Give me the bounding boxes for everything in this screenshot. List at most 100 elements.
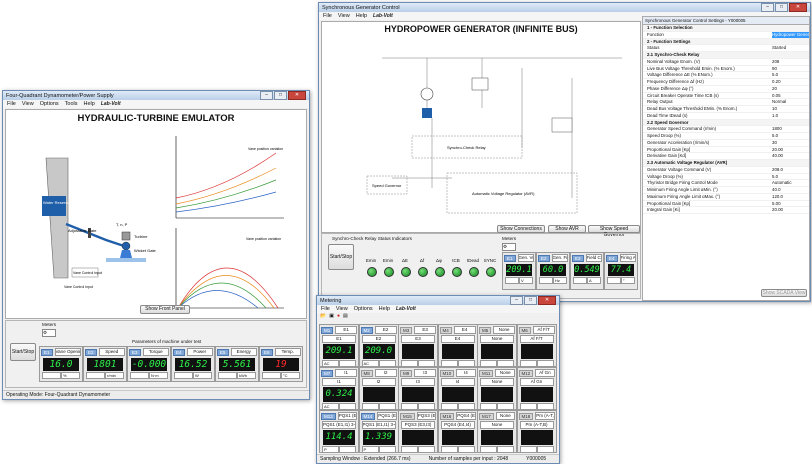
meter-input-select[interactable]: E3 — [414, 326, 436, 334]
generator-start-stop-button[interactable]: Start/Stop — [328, 244, 354, 270]
menu-tools[interactable]: Tools — [65, 101, 78, 107]
open-icon[interactable]: 📂 — [320, 313, 326, 320]
menu-file[interactable]: File — [7, 101, 16, 107]
meter-label[interactable]: Firing Angle — [619, 254, 636, 262]
meter-channel-tag[interactable]: M12 — [518, 369, 534, 377]
meter-channel-tag[interactable]: E5 — [217, 348, 229, 356]
menu-file[interactable]: File — [321, 306, 330, 312]
record-icon[interactable]: ● — [337, 313, 340, 320]
meter-channel-tag[interactable]: E4 — [173, 348, 185, 356]
meter-mode[interactable] — [401, 403, 418, 410]
menu-view[interactable]: View — [336, 306, 348, 312]
meter-channel-tag[interactable]: M7 — [321, 369, 334, 377]
setting-value[interactable]: 10 — [772, 106, 809, 112]
meter-label[interactable]: Temp. — [274, 348, 301, 356]
meter-input-select[interactable]: E4 — [453, 326, 476, 334]
meter-channel-tag[interactable]: E1 — [41, 348, 53, 356]
setting-value[interactable]: 90 — [772, 66, 809, 72]
meter-mode[interactable] — [480, 360, 497, 367]
meter-label[interactable]: Vane Openin — [54, 348, 81, 356]
meter-input-select[interactable]: Pm (A-T,B) — [535, 412, 555, 420]
setting-value[interactable]: 40.0 — [772, 187, 809, 193]
meter-channel-tag[interactable]: M4 — [439, 326, 452, 334]
setting-value[interactable]: 208.0 — [772, 167, 809, 173]
setting-value[interactable]: 0.20 — [772, 79, 809, 85]
settings-row[interactable]: Dead Bus Voltage Threshold EMin. (% Enom… — [643, 106, 809, 113]
metering-titlebar[interactable]: Metering – □ ✕ — [317, 296, 559, 305]
settings-row[interactable]: Generator Acceleration (r/min/s) 30 — [643, 140, 809, 147]
meter-channel-tag[interactable]: M13 — [321, 412, 336, 420]
menu-view[interactable]: View — [338, 13, 350, 19]
meter-input-select[interactable]: Af F/T — [532, 326, 555, 334]
setting-value[interactable]: Started — [772, 45, 809, 51]
meter-mode-select[interactable] — [174, 372, 193, 379]
minimize-icon[interactable]: – — [761, 3, 774, 12]
emulator-start-stop-button[interactable]: Start/Stop — [10, 343, 36, 361]
settings-row[interactable]: Phase Difference Δφ (°) 20 — [643, 86, 809, 93]
meter-channel-tag[interactable]: M15 — [400, 412, 415, 420]
meter-channel-tag[interactable]: E4 — [606, 254, 618, 262]
setting-value[interactable]: Automatic — [772, 180, 809, 186]
settings-row[interactable]: Integral Gain [Ki] 20.00 — [643, 207, 809, 214]
meter-channel-tag[interactable]: M16 — [439, 412, 455, 420]
meter-input-select[interactable]: I1 — [335, 369, 357, 377]
meter-channel-tag[interactable]: M17 — [479, 412, 494, 420]
meter-input-select[interactable]: PQS1 (E1,I1) — [337, 412, 357, 420]
settings-row[interactable]: Circuit Breaker Operate Time tCB (s) 0.05 — [643, 93, 809, 100]
table-icon[interactable]: ▤ — [343, 313, 348, 320]
setting-value[interactable]: 20 — [772, 86, 809, 92]
minimize-icon[interactable]: – — [510, 296, 523, 305]
menu-help[interactable]: Help — [356, 13, 367, 19]
show-speed-governor-button[interactable]: Show Speed Governor — [588, 225, 640, 238]
setting-value[interactable]: 1800 — [772, 126, 809, 132]
meter-input-select[interactable]: I3 — [414, 369, 436, 377]
meter-mode[interactable]: AC — [322, 403, 339, 410]
minimize-icon[interactable]: – — [260, 91, 273, 100]
settings-row[interactable]: Voltage Droop (%) 5.0 — [643, 174, 809, 181]
show-connections-button[interactable]: Show Connections — [497, 225, 545, 233]
meter-channel-tag[interactable]: M18 — [518, 412, 534, 420]
meter-mode-select[interactable] — [505, 277, 519, 284]
settings-row[interactable]: Minimum Firing Angle Limit αMin. (°) 40.0 — [643, 187, 809, 194]
meter-mode-select[interactable] — [607, 277, 621, 284]
meter-label[interactable]: Field Current — [585, 254, 602, 262]
meter-input-select[interactable]: PQS1 (E1,I1) — [377, 412, 397, 420]
meter-channel-tag[interactable]: M2 — [360, 326, 373, 334]
close-icon[interactable]: ✕ — [538, 296, 556, 305]
close-icon[interactable]: ✕ — [288, 91, 306, 100]
meter-input-select[interactable]: None — [495, 369, 515, 377]
menu-options[interactable]: Options — [354, 306, 373, 312]
meter-channel-tag[interactable]: E2 — [85, 348, 97, 356]
settings-row[interactable]: Relay Output Normal — [643, 99, 809, 106]
menu-options[interactable]: Options — [40, 101, 59, 107]
meter-input-select[interactable]: I2 — [374, 369, 397, 377]
meter-mode-select[interactable] — [130, 372, 149, 379]
meter-label[interactable]: Speed — [98, 348, 125, 356]
meter-channel-tag[interactable]: E2 — [538, 254, 550, 262]
maximize-icon[interactable]: □ — [274, 91, 287, 100]
show-scada-view-button[interactable]: Show SCADA View — [761, 289, 807, 297]
settings-row[interactable]: Thyristor Bridge Firing Control Mode Auto… — [643, 180, 809, 187]
meter-mode[interactable] — [519, 403, 537, 410]
show-avr-button[interactable]: Show AVR — [548, 225, 586, 233]
meter-mode[interactable] — [401, 446, 418, 453]
meter-label[interactable]: Torque — [142, 348, 169, 356]
setting-value[interactable]: 1.0 — [772, 113, 809, 119]
setting-value[interactable]: 5.0 — [772, 133, 809, 139]
maximize-icon[interactable]: □ — [524, 296, 537, 305]
meter-label[interactable]: Gen. Frequen — [551, 254, 568, 262]
meter-mode[interactable] — [440, 360, 458, 367]
meter-channel-tag[interactable]: M10 — [439, 369, 455, 377]
meter-mode[interactable] — [519, 360, 537, 367]
meter-input-select[interactable]: None — [495, 412, 515, 420]
meter-channel-tag[interactable]: M1 — [321, 326, 334, 334]
generator-titlebar[interactable]: Synchronous Generator Control – □ ✕ — [319, 3, 810, 12]
show-front-panel-button[interactable]: Show Front Panel — [140, 305, 190, 314]
settings-row[interactable]: Nominal Voltage Enom. (V) 208 — [643, 59, 809, 66]
setting-value[interactable]: 0.05 — [772, 93, 809, 99]
meter-mode[interactable]: AC — [322, 360, 339, 367]
settings-row[interactable]: Live Bus Voltage Threshold Emin. (% Enom… — [643, 66, 809, 73]
settings-row[interactable]: Status Started — [643, 45, 809, 52]
meter-label[interactable]: Power — [186, 348, 213, 356]
meter-label[interactable]: Energy — [230, 348, 257, 356]
